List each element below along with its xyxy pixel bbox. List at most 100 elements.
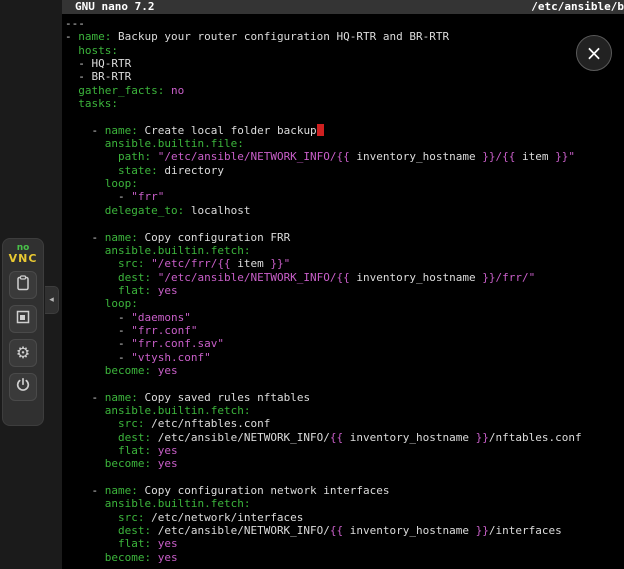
code-segment: name:: [105, 484, 138, 497]
code-segment: "frr.conf.sav": [131, 337, 224, 350]
code-line: hosts:: [65, 44, 624, 57]
code-segment: [65, 204, 105, 217]
code-segment: gather_facts:: [78, 84, 164, 97]
code-segment: tasks:: [78, 97, 118, 110]
code-segment: name:: [105, 391, 138, 404]
code-segment: src:: [118, 257, 145, 270]
code-segment: [65, 551, 105, 564]
code-segment: "vtysh.conf": [131, 351, 210, 364]
code-line: dest: /etc/ansible/NETWORK_INFO/{{ inven…: [65, 524, 624, 537]
code-segment: /etc/ansible/NETWORK_INFO/: [151, 524, 330, 537]
code-segment: [65, 524, 118, 537]
code-segment: name:: [105, 231, 138, 244]
code-segment: "/etc/ansible/NETWORK_INFO/{{: [158, 150, 350, 163]
code-segment: flat:: [118, 284, 151, 297]
nano-version-label: GNU nano 7.2: [75, 0, 154, 14]
code-segment: [65, 457, 105, 470]
code-segment: "/etc/ansible/NETWORK_INFO/{{: [158, 271, 350, 284]
code-line: [65, 217, 624, 230]
code-segment: -: [65, 124, 105, 137]
code-segment: [151, 444, 158, 457]
terminal-window: GNU nano 7.2 /etc/ansible/b ---- name: B…: [62, 0, 624, 569]
code-line: - name: Copy configuration network inter…: [65, 484, 624, 497]
code-segment: yes: [158, 444, 178, 457]
code-segment: inventory_hostname: [350, 150, 482, 163]
power-icon: [15, 377, 31, 397]
code-segment: [65, 257, 118, 270]
code-line: dest: "/etc/ansible/NETWORK_INFO/{{ inve…: [65, 271, 624, 284]
code-line: flat: yes: [65, 284, 624, 297]
code-segment: [65, 150, 118, 163]
code-segment: [65, 244, 105, 257]
code-segment: {{: [330, 431, 343, 444]
code-segment: Create local folder backup: [138, 124, 317, 137]
code-line: - "frr.conf": [65, 324, 624, 337]
code-line: - "frr.conf.sav": [65, 337, 624, 350]
settings-button[interactable]: ⚙: [9, 339, 37, 367]
code-segment: "frr": [131, 190, 164, 203]
code-segment: ansible.builtin.fetch:: [105, 497, 251, 510]
code-segment: state:: [118, 164, 158, 177]
text-cursor: [317, 124, 324, 136]
code-segment: yes: [158, 284, 178, 297]
code-segment: }}/{{: [482, 150, 515, 163]
code-segment: -: [65, 351, 131, 364]
code-segment: /interfaces: [489, 524, 562, 537]
power-button[interactable]: [9, 373, 37, 401]
code-segment: item: [515, 150, 555, 163]
code-segment: yes: [158, 364, 178, 377]
code-line: src: "/etc/frr/{{ item }}": [65, 257, 624, 270]
code-segment: [65, 444, 118, 457]
code-segment: /etc/network/interfaces: [144, 511, 303, 524]
code-segment: ansible.builtin.file:: [105, 137, 244, 150]
code-line: src: /etc/nftables.conf: [65, 417, 624, 430]
code-segment: [65, 84, 78, 97]
code-segment: /etc/nftables.conf: [144, 417, 270, 430]
code-line: - name: Copy saved rules nftables: [65, 391, 624, 404]
gear-icon: ⚙: [16, 345, 30, 361]
code-line: become: yes: [65, 551, 624, 564]
code-segment: Copy configuration network interfaces: [138, 484, 390, 497]
code-segment: [65, 537, 118, 550]
code-segment: inventory_hostname: [350, 271, 482, 284]
code-segment: }}": [270, 257, 290, 270]
fullscreen-button[interactable]: [9, 305, 37, 333]
close-overlay-button[interactable]: ×: [576, 35, 612, 71]
code-segment: }}: [476, 431, 489, 444]
code-line: flat: yes: [65, 444, 624, 457]
file-path-label: /etc/ansible/b: [531, 0, 624, 14]
code-segment: ---: [65, 17, 85, 30]
code-segment: [65, 497, 105, 510]
code-line: - BR-RTR: [65, 70, 624, 83]
novnc-logo-text-vnc: VNC: [9, 253, 38, 264]
clipboard-button[interactable]: [9, 271, 37, 299]
code-segment: src:: [118, 511, 145, 524]
code-segment: no: [171, 84, 184, 97]
code-segment: -: [65, 231, 105, 244]
code-segment: {{: [330, 524, 343, 537]
code-segment: [65, 417, 118, 430]
code-line: - name: Backup your router configuration…: [65, 30, 624, 43]
code-segment: item: [231, 257, 271, 270]
control-bar-handle[interactable]: ◂: [45, 286, 59, 314]
code-segment: src:: [118, 417, 145, 430]
code-segment: -: [65, 190, 131, 203]
code-line: flat: yes: [65, 537, 624, 550]
code-segment: directory: [158, 164, 224, 177]
code-line: - "vtysh.conf": [65, 351, 624, 364]
code-segment: [65, 297, 105, 310]
code-line: loop:: [65, 297, 624, 310]
code-segment: yes: [158, 457, 178, 470]
code-segment: localhost: [184, 204, 250, 217]
editor-code[interactable]: ---- name: Backup your router configurat…: [62, 14, 624, 564]
code-segment: name:: [105, 124, 138, 137]
code-line: become: yes: [65, 364, 624, 377]
code-segment: [65, 284, 118, 297]
code-line: - HQ-RTR: [65, 57, 624, 70]
code-segment: Backup your router configuration HQ-RTR …: [111, 30, 449, 43]
code-segment: Copy saved rules nftables: [138, 391, 310, 404]
code-segment: [151, 551, 158, 564]
code-line: [65, 377, 624, 390]
code-segment: -: [65, 30, 78, 43]
code-line: tasks:: [65, 97, 624, 110]
